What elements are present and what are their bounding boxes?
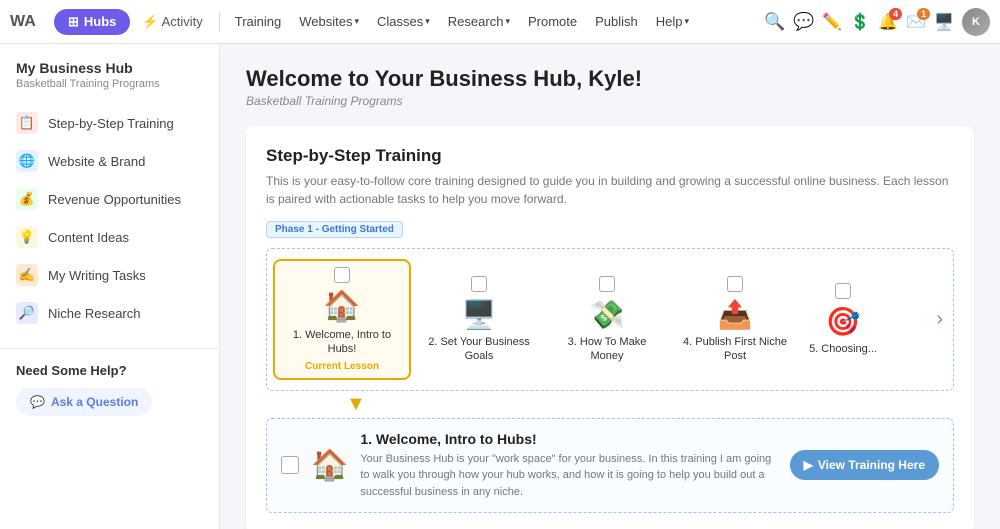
nav-right: 🔍 💬 ✏️ 💲 🔔 4 ✉️ 1 🖥️ K bbox=[764, 8, 990, 36]
step-4-img: 📤 bbox=[718, 298, 753, 331]
sidebar-revenue-label: Revenue Opportunities bbox=[48, 192, 181, 207]
lesson-desc: Your Business Hub is your "work space" f… bbox=[360, 451, 777, 501]
question-icon: 💬 bbox=[30, 395, 45, 409]
activity-link[interactable]: ⚡ Activity bbox=[134, 10, 210, 34]
step-4[interactable]: 📤 4. Publish First Niche Post bbox=[671, 270, 799, 370]
writing-icon: ✍️ bbox=[16, 264, 38, 286]
top-nav: WA ⊞ Hubs ⚡ Activity Training Websites ▾… bbox=[0, 0, 1000, 44]
lesson-img: 🏠 bbox=[311, 448, 348, 483]
lightning-icon: ⚡ bbox=[142, 14, 158, 30]
sidebar-item-revenue[interactable]: 💰 Revenue Opportunities bbox=[0, 180, 219, 218]
avatar[interactable]: K bbox=[962, 8, 990, 36]
step-4-checkbox[interactable] bbox=[727, 276, 743, 292]
step-1-img: 🏠 bbox=[323, 289, 360, 324]
step-1-current: Current Lesson bbox=[305, 361, 379, 372]
hub-label: Hubs bbox=[84, 14, 117, 29]
sidebar-item-writing[interactable]: ✍️ My Writing Tasks bbox=[0, 256, 219, 294]
lesson-checkbox[interactable] bbox=[281, 456, 299, 474]
steps-row: 🏠 1. Welcome, Intro to Hubs! Current Les… bbox=[266, 248, 954, 391]
step-3-img: 💸 bbox=[590, 298, 625, 331]
nav-link-publish[interactable]: Publish bbox=[588, 10, 645, 33]
activity-label: Activity bbox=[162, 14, 203, 29]
sidebar-item-website[interactable]: 🌐 Website & Brand bbox=[0, 142, 219, 180]
monitor-nav-icon[interactable]: 🖥️ bbox=[934, 12, 954, 32]
sidebar-content-label: Content Ideas bbox=[48, 230, 129, 245]
nav-divider bbox=[219, 12, 220, 32]
sidebar-item-content[interactable]: 💡 Content Ideas bbox=[0, 218, 219, 256]
lesson-title: 1. Welcome, Intro to Hubs! bbox=[360, 431, 777, 447]
ask-question-button[interactable]: 💬 Ask a Question bbox=[16, 388, 152, 416]
sidebar-training-label: Step-by-Step Training bbox=[48, 116, 174, 131]
page-subtitle: Basketball Training Programs bbox=[246, 94, 974, 108]
step-5-label: 5. Choosing... bbox=[809, 342, 877, 356]
lesson-text: 1. Welcome, Intro to Hubs! Your Business… bbox=[360, 431, 777, 501]
content-area: Welcome to Your Business Hub, Kyle! Bask… bbox=[220, 44, 1000, 529]
nav-link-classes[interactable]: Classes ▾ bbox=[370, 10, 437, 33]
website-icon: 🌐 bbox=[16, 150, 38, 172]
hub-sub: Basketball Training Programs bbox=[0, 78, 219, 104]
step-5-checkbox[interactable] bbox=[835, 283, 851, 299]
page-title: Welcome to Your Business Hub, Kyle! bbox=[246, 66, 974, 92]
step-2-img: 🖥️ bbox=[462, 298, 497, 331]
step-1[interactable]: 🏠 1. Welcome, Intro to Hubs! Current Les… bbox=[273, 259, 411, 380]
phase-badge: Phase 1 - Getting Started bbox=[266, 221, 403, 238]
step-3-checkbox[interactable] bbox=[599, 276, 615, 292]
sidebar: My Business Hub Basketball Training Prog… bbox=[0, 44, 220, 529]
step-3[interactable]: 💸 3. How To Make Money bbox=[547, 270, 667, 370]
hub-title: My Business Hub bbox=[0, 60, 219, 78]
steps-next-arrow[interactable]: › bbox=[932, 308, 947, 331]
training-title: Step-by-Step Training bbox=[266, 146, 954, 166]
nav-link-research[interactable]: Research ▾ bbox=[441, 10, 517, 33]
sidebar-niche-label: Niche Research bbox=[48, 306, 141, 321]
bell-icon[interactable]: 🔔 4 bbox=[878, 12, 898, 32]
main-layout: My Business Hub Basketball Training Prog… bbox=[0, 44, 1000, 529]
step-5[interactable]: 🎯 5. Choosing... bbox=[803, 277, 883, 362]
search-icon[interactable]: 🔍 bbox=[764, 12, 785, 32]
pencil-icon[interactable]: ✏️ bbox=[822, 12, 842, 32]
step-5-img: 🎯 bbox=[826, 305, 861, 338]
step-1-label: 1. Welcome, Intro to Hubs! bbox=[279, 328, 405, 357]
sidebar-writing-label: My Writing Tasks bbox=[48, 268, 146, 283]
nav-link-websites[interactable]: Websites ▾ bbox=[292, 10, 366, 33]
sidebar-item-niche[interactable]: 🔎 Niche Research bbox=[0, 294, 219, 332]
bell-badge: 4 bbox=[889, 8, 902, 20]
revenue-icon: 💰 bbox=[16, 188, 38, 210]
view-training-button[interactable]: ▶ View Training Here bbox=[790, 450, 939, 480]
step-2-checkbox[interactable] bbox=[471, 276, 487, 292]
mail-badge: 1 bbox=[917, 8, 930, 20]
help-title: Need Some Help? bbox=[16, 363, 203, 378]
step-4-label: 4. Publish First Niche Post bbox=[675, 335, 795, 364]
lesson-box: 🏠 1. Welcome, Intro to Hubs! Your Busine… bbox=[266, 418, 954, 514]
play-icon: ▶ bbox=[804, 458, 813, 472]
current-lesson-arrow: ▼ bbox=[266, 393, 954, 416]
content-icon: 💡 bbox=[16, 226, 38, 248]
help-section: Need Some Help? 💬 Ask a Question bbox=[0, 348, 219, 416]
nav-link-promote[interactable]: Promote bbox=[521, 10, 584, 33]
chat-icon[interactable]: 💬 bbox=[793, 12, 814, 32]
ask-label: Ask a Question bbox=[51, 395, 138, 409]
mail-icon[interactable]: ✉️ 1 bbox=[906, 12, 926, 32]
dollar-icon[interactable]: 💲 bbox=[850, 12, 870, 32]
training-desc: This is your easy-to-follow core trainin… bbox=[266, 172, 954, 208]
sidebar-website-label: Website & Brand bbox=[48, 154, 145, 169]
step-2[interactable]: 🖥️ 2. Set Your Business Goals bbox=[415, 270, 543, 370]
hubs-button[interactable]: ⊞ Hubs bbox=[54, 9, 130, 35]
wa-logo: WA bbox=[10, 8, 46, 35]
step-1-checkbox[interactable] bbox=[334, 267, 350, 283]
nav-link-training[interactable]: Training bbox=[228, 10, 288, 33]
niche-icon: 🔎 bbox=[16, 302, 38, 324]
step-2-label: 2. Set Your Business Goals bbox=[419, 335, 539, 364]
svg-text:WA: WA bbox=[10, 13, 36, 30]
training-icon: 📋 bbox=[16, 112, 38, 134]
hub-icon: ⊞ bbox=[68, 14, 79, 30]
view-btn-label: View Training Here bbox=[818, 458, 925, 472]
nav-link-help[interactable]: Help ▾ bbox=[649, 10, 696, 33]
step-3-label: 3. How To Make Money bbox=[551, 335, 663, 364]
sidebar-item-training[interactable]: 📋 Step-by-Step Training bbox=[0, 104, 219, 142]
training-card: Step-by-Step Training This is your easy-… bbox=[246, 126, 974, 529]
